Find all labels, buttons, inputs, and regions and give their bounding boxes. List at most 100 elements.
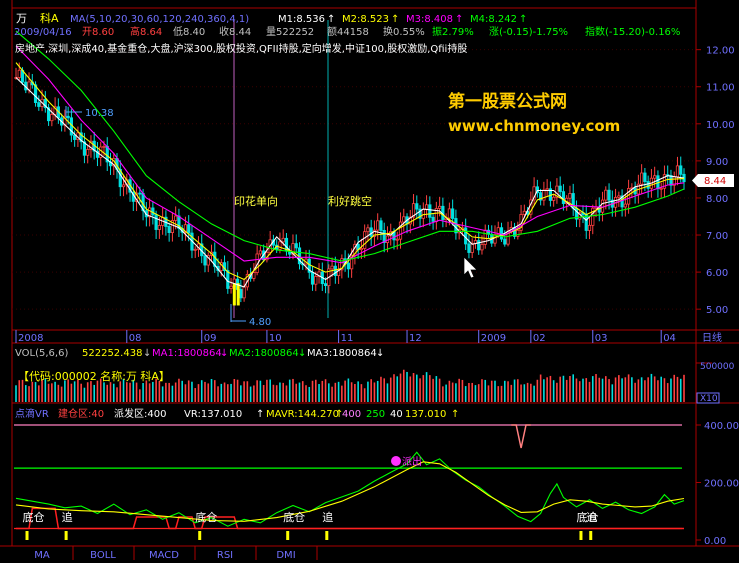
candle-body xyxy=(154,214,158,230)
vr-marker-bar xyxy=(589,531,593,540)
candle-body xyxy=(428,204,432,218)
volume-ma3: MA3:1800864 xyxy=(307,348,377,359)
candle-body xyxy=(451,208,455,219)
candle-body xyxy=(395,238,399,241)
price-pane-border xyxy=(11,7,697,331)
candle-body xyxy=(229,285,233,289)
annotation-gap: 利好跳空 xyxy=(328,194,372,208)
volume-title: VOL(5,6,6) xyxy=(15,348,68,359)
vr-title: 点滴VR xyxy=(15,407,49,420)
candle-body xyxy=(203,255,207,266)
chart-canvas[interactable]: 5.00 6.00 7.00 8.00 9.00 10.00 11.00 12.00 2008… xyxy=(0,0,739,561)
candle-body xyxy=(66,115,70,119)
candle-body xyxy=(102,145,106,148)
tab-macd[interactable]: MACD xyxy=(149,546,196,561)
vr-marker-label: 底仓 xyxy=(195,510,217,524)
info-close: 收8.44 xyxy=(219,25,251,38)
candle-body xyxy=(659,187,663,190)
candle-body xyxy=(86,149,90,156)
candle-body xyxy=(643,172,647,182)
info-index: 指数(-15.20)-0.16% xyxy=(585,25,680,38)
candle-body xyxy=(415,203,419,210)
svg-text:↓: ↓ xyxy=(298,348,306,359)
candle-body xyxy=(379,220,383,231)
info-volume: 量522252 xyxy=(266,26,314,38)
tab-dmi[interactable]: DMI xyxy=(276,546,318,561)
candle-body xyxy=(640,172,644,185)
svg-text:↓: ↓ xyxy=(220,348,228,359)
vr-sell-spike xyxy=(511,424,531,449)
volume-ma1: MA1:1800864 xyxy=(152,348,222,359)
candle-body xyxy=(600,199,605,213)
vr-tick-label: 200.00 xyxy=(704,479,739,490)
candle-body xyxy=(568,193,572,199)
candle-body xyxy=(454,218,458,234)
vr-value: VR:137.010 xyxy=(184,409,242,420)
price-tick-label: 8.00 xyxy=(706,194,728,205)
info-amount: 额44158 xyxy=(327,25,369,38)
price-gridlines xyxy=(12,49,696,310)
vr-ref-400: 400 xyxy=(342,409,361,420)
svg-text:↓: ↓ xyxy=(143,348,151,359)
indicator-tabs[interactable]: MA BOLL MACD RSI DMI xyxy=(34,546,318,561)
candle-body xyxy=(239,289,243,299)
info-turnover: 换0.55% xyxy=(383,25,425,38)
candle-body xyxy=(424,204,429,210)
candle-body xyxy=(157,225,161,230)
timeframe-label[interactable]: 日线 xyxy=(702,331,722,344)
ma-value-arrow: ↑ xyxy=(391,14,399,25)
candle-body xyxy=(493,234,497,244)
ma-value-arrow: ↑ xyxy=(519,14,527,25)
time-label: 2008 xyxy=(18,333,43,344)
volume-value: 522252.438 xyxy=(82,348,142,359)
low-marker-label: 4.80 xyxy=(249,317,271,328)
volume-axis-top: 500000 xyxy=(700,362,735,372)
ma-value-label: M3:8.408 xyxy=(406,14,453,25)
tab-boll[interactable]: BOLL xyxy=(90,546,135,561)
time-label: 11 xyxy=(341,333,354,344)
annotation-stamp-tax: 印花单向 xyxy=(234,194,278,208)
vr-ref-40: 40 xyxy=(390,409,403,420)
candle-body xyxy=(480,243,484,251)
vr-mavr: MAVR:144.270 xyxy=(266,409,339,420)
candle-body xyxy=(359,248,364,251)
tab-label: BOLL xyxy=(90,550,116,560)
vr-marker-bar xyxy=(64,531,68,540)
low-highlight-bar xyxy=(232,283,236,306)
candle-body xyxy=(447,208,451,219)
candle-body xyxy=(483,229,487,245)
info-high: 高8.64 xyxy=(130,25,162,38)
info-change: 涨(-0.15)-1.75% xyxy=(489,26,568,38)
ma-value-arrow: ↑ xyxy=(455,14,463,25)
info-low: 低8.40 xyxy=(173,25,205,38)
time-label: 08 xyxy=(129,333,142,344)
candle-body xyxy=(366,227,370,233)
price-tick-label: 7.00 xyxy=(706,231,728,242)
candle-body xyxy=(623,203,627,208)
vr-marker-label: 底仓 xyxy=(283,510,305,524)
candle-body xyxy=(467,243,471,253)
tab-label: MACD xyxy=(149,550,179,560)
candle-body xyxy=(545,188,549,191)
candle-body xyxy=(438,205,442,209)
candle-body xyxy=(363,231,367,249)
price-tick-label: 11.00 xyxy=(706,83,735,94)
candle-body xyxy=(653,175,657,179)
stock-chart-window: 5.00 6.00 7.00 8.00 9.00 10.00 11.00 12.00 2008… xyxy=(0,0,739,561)
price-tick-label: 5.00 xyxy=(706,305,728,316)
vr-marker-label: 追 xyxy=(322,510,333,524)
tab-label: DMI xyxy=(276,550,295,560)
candle-body xyxy=(346,262,350,270)
time-axis: 2008 08 09 10 11 12 2009 02 03 04 xyxy=(15,330,676,344)
candle-body xyxy=(138,192,142,195)
tab-rsi[interactable]: RSI xyxy=(217,546,257,561)
ma-values-row: M1:8.536 ↑ M2:8.523 ↑ M3:8.408 ↑ M4:8.242 ↑ xyxy=(278,14,527,25)
candle-body xyxy=(552,196,556,201)
candle-body xyxy=(646,181,650,189)
candle-body xyxy=(516,229,520,237)
svg-text:↓: ↓ xyxy=(376,348,384,359)
tab-ma[interactable]: MA xyxy=(34,546,74,561)
vr-y-axis: 0.00 200.00 400.00 xyxy=(696,421,739,547)
symbol-label: 万 xyxy=(16,12,27,25)
volume-axis-scale: X10 xyxy=(700,394,718,404)
